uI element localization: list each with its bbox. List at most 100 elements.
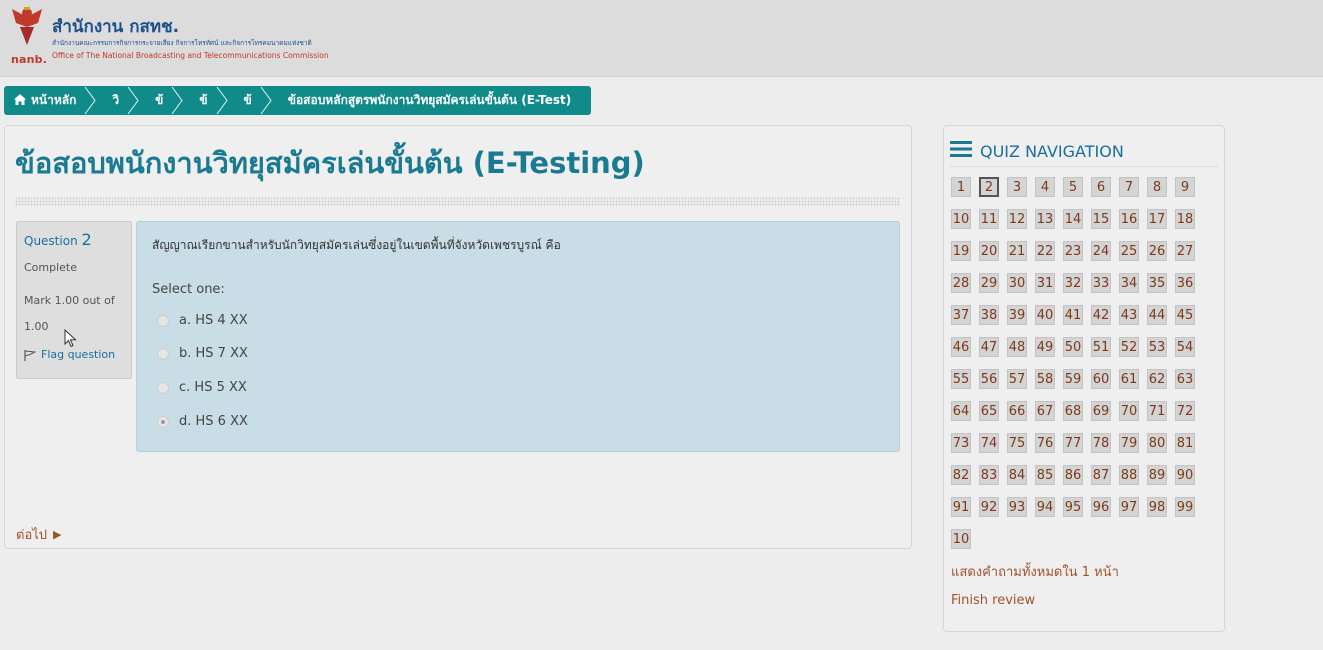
quiz-nav-button[interactable]: 29 (979, 273, 999, 293)
quiz-nav-button[interactable]: 49 (1035, 337, 1055, 357)
quiz-nav-button[interactable]: 97 (1119, 497, 1139, 517)
quiz-nav-button[interactable]: 84 (1007, 465, 1027, 485)
answer-radio[interactable] (157, 314, 169, 327)
quiz-nav-button[interactable]: 73 (951, 433, 971, 453)
quiz-nav-button[interactable]: 20 (979, 241, 999, 261)
breadcrumb-home[interactable]: หน้าหลัก (4, 86, 84, 115)
answer-option-a[interactable]: a. HS 4 XX (157, 313, 248, 328)
quiz-nav-button[interactable]: 44 (1147, 305, 1167, 325)
quiz-nav-button[interactable]: 8 (1147, 177, 1167, 197)
breadcrumb-item[interactable]: ข้ (191, 86, 215, 115)
quiz-nav-button[interactable]: 11 (979, 209, 999, 229)
quiz-nav-button[interactable]: 10 (951, 209, 971, 229)
answer-radio[interactable] (157, 347, 169, 360)
quiz-nav-button[interactable]: 99 (1175, 497, 1195, 517)
quiz-nav-button[interactable]: 82 (951, 465, 971, 485)
quiz-nav-button[interactable]: 90 (1175, 465, 1195, 485)
quiz-nav-button[interactable]: 71 (1147, 401, 1167, 421)
quiz-nav-button[interactable]: 89 (1147, 465, 1167, 485)
quiz-nav-button[interactable]: 67 (1035, 401, 1055, 421)
quiz-nav-button[interactable]: 95 (1063, 497, 1083, 517)
quiz-nav-button[interactable]: 58 (1035, 369, 1055, 389)
quiz-nav-button[interactable]: 65 (979, 401, 999, 421)
quiz-nav-button[interactable]: 80 (1147, 433, 1167, 453)
breadcrumb-item[interactable]: ข้ (236, 86, 260, 115)
quiz-nav-button[interactable]: 93 (1007, 497, 1027, 517)
quiz-nav-button[interactable]: 12 (1007, 209, 1027, 229)
quiz-nav-button[interactable]: 62 (1147, 369, 1167, 389)
quiz-nav-button[interactable]: 68 (1063, 401, 1083, 421)
quiz-nav-button[interactable]: 9 (1175, 177, 1195, 197)
quiz-nav-button[interactable]: 21 (1007, 241, 1027, 261)
quiz-nav-button[interactable]: 55 (951, 369, 971, 389)
quiz-nav-button[interactable]: 45 (1175, 305, 1195, 325)
quiz-nav-button[interactable]: 96 (1091, 497, 1111, 517)
quiz-nav-button[interactable]: 6 (1091, 177, 1111, 197)
quiz-nav-button[interactable]: 57 (1007, 369, 1027, 389)
quiz-nav-button[interactable]: 25 (1119, 241, 1139, 261)
quiz-nav-button[interactable]: 3 (1007, 177, 1027, 197)
quiz-nav-button[interactable]: 1 (951, 177, 971, 197)
quiz-nav-button[interactable]: 72 (1175, 401, 1195, 421)
quiz-nav-button[interactable]: 75 (1007, 433, 1027, 453)
org-title[interactable]: สำนักงาน กสทช. (52, 13, 179, 40)
quiz-nav-button[interactable]: 35 (1147, 273, 1167, 293)
quiz-nav-button[interactable]: 76 (1035, 433, 1055, 453)
next-page-link[interactable]: ต่อไป ▶ (16, 524, 62, 545)
answer-radio-selected[interactable] (157, 415, 169, 428)
quiz-nav-button[interactable]: 83 (979, 465, 999, 485)
quiz-nav-button[interactable]: 34 (1119, 273, 1139, 293)
quiz-nav-button-current[interactable]: 2 (979, 177, 999, 197)
finish-review-link[interactable]: Finish review (951, 593, 1035, 608)
quiz-nav-button[interactable]: 60 (1091, 369, 1111, 389)
quiz-nav-button[interactable]: 30 (1007, 273, 1027, 293)
quiz-nav-button[interactable]: 59 (1063, 369, 1083, 389)
show-all-questions-link[interactable]: แสดงคำถามทั้งหมดใน 1 หน้า (951, 561, 1119, 582)
answer-option-c[interactable]: c. HS 5 XX (157, 380, 247, 395)
answer-option-b[interactable]: b. HS 7 XX (157, 346, 248, 361)
quiz-nav-button[interactable]: 74 (979, 433, 999, 453)
quiz-nav-button[interactable]: 79 (1119, 433, 1139, 453)
quiz-nav-button[interactable]: 70 (1119, 401, 1139, 421)
quiz-nav-button[interactable]: 52 (1119, 337, 1139, 357)
quiz-nav-button[interactable]: 19 (951, 241, 971, 261)
quiz-nav-button[interactable]: 91 (951, 497, 971, 517)
quiz-nav-button[interactable]: 17 (1147, 209, 1167, 229)
quiz-nav-button[interactable]: 7 (1119, 177, 1139, 197)
quiz-nav-button[interactable]: 69 (1091, 401, 1111, 421)
quiz-nav-button[interactable]: 24 (1091, 241, 1111, 261)
quiz-nav-button[interactable]: 61 (1119, 369, 1139, 389)
quiz-nav-button[interactable]: 16 (1119, 209, 1139, 229)
quiz-nav-button[interactable]: 27 (1175, 241, 1195, 261)
quiz-nav-button[interactable]: 4 (1035, 177, 1055, 197)
quiz-nav-button[interactable]: 86 (1063, 465, 1083, 485)
quiz-nav-button[interactable]: 22 (1035, 241, 1055, 261)
quiz-nav-button[interactable]: 77 (1063, 433, 1083, 453)
answer-radio[interactable] (157, 381, 169, 394)
quiz-nav-button[interactable]: 51 (1091, 337, 1111, 357)
quiz-nav-button[interactable]: 46 (951, 337, 971, 357)
quiz-nav-button[interactable]: 10 (951, 529, 971, 549)
quiz-nav-button[interactable]: 5 (1063, 177, 1083, 197)
quiz-nav-button[interactable]: 37 (951, 305, 971, 325)
breadcrumb-current[interactable]: ข้อสอบหลักสูตรพนักงานวิทยุสมัครเล่นขั้นต… (280, 86, 579, 115)
quiz-nav-button[interactable]: 13 (1035, 209, 1055, 229)
quiz-nav-button[interactable]: 54 (1175, 337, 1195, 357)
quiz-nav-button[interactable]: 43 (1119, 305, 1139, 325)
quiz-nav-button[interactable]: 78 (1091, 433, 1111, 453)
quiz-nav-button[interactable]: 98 (1147, 497, 1167, 517)
quiz-nav-button[interactable]: 36 (1175, 273, 1195, 293)
quiz-nav-button[interactable]: 42 (1091, 305, 1111, 325)
quiz-nav-button[interactable]: 48 (1007, 337, 1027, 357)
breadcrumb-item[interactable]: วิ (104, 86, 127, 115)
quiz-nav-button[interactable]: 41 (1063, 305, 1083, 325)
quiz-nav-button[interactable]: 31 (1035, 273, 1055, 293)
quiz-nav-button[interactable]: 26 (1147, 241, 1167, 261)
quiz-nav-button[interactable]: 94 (1035, 497, 1055, 517)
quiz-nav-button[interactable]: 66 (1007, 401, 1027, 421)
quiz-nav-button[interactable]: 47 (979, 337, 999, 357)
answer-option-d[interactable]: d. HS 6 XX (157, 414, 248, 429)
quiz-nav-button[interactable]: 38 (979, 305, 999, 325)
quiz-nav-button[interactable]: 81 (1175, 433, 1195, 453)
quiz-nav-button[interactable]: 32 (1063, 273, 1083, 293)
